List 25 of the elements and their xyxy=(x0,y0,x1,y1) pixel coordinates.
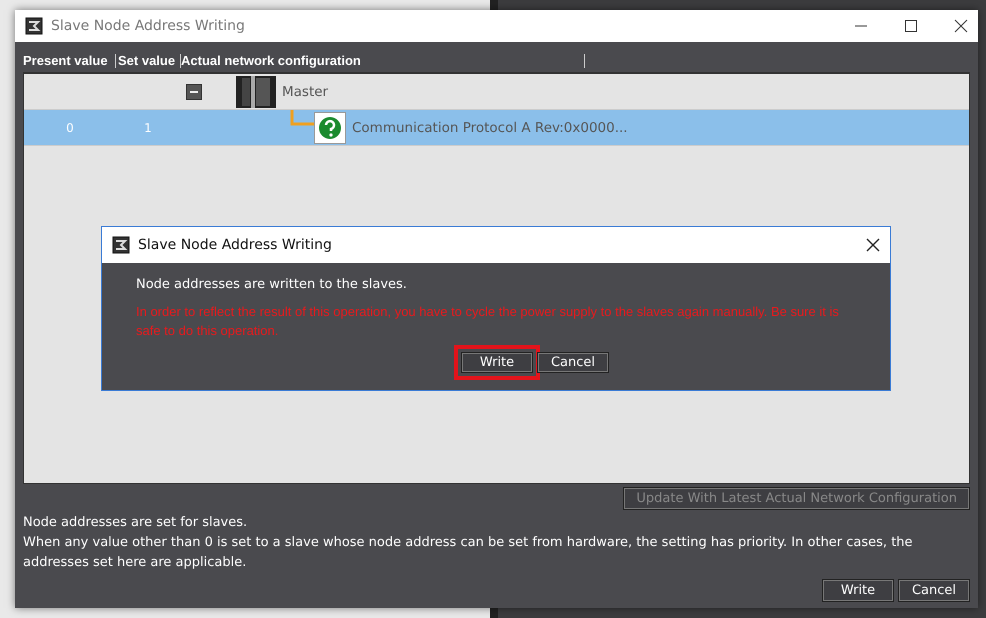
column-header[interactable]: Set value xyxy=(116,54,181,68)
table-cell-text: 0 xyxy=(65,120,75,134)
dialog-title: Slave Node Address Writing xyxy=(138,237,333,253)
info-text: When any value other than 0 is set to a slave whose node address can be set from hardware, the setting has priority. In other cases, the addresses set here are applicable. xyxy=(23,534,914,572)
cancel-button[interactable]: Cancel xyxy=(898,579,970,602)
app-icon xyxy=(112,236,130,254)
cancel-button[interactable]: Cancel xyxy=(537,352,609,373)
dialog-message: Node addresses are written to the slaves. xyxy=(136,277,408,292)
close-icon[interactable] xyxy=(954,19,968,33)
column-header[interactable]: Present value xyxy=(23,54,116,68)
write-button[interactable]: Write xyxy=(822,579,894,602)
controller-icon xyxy=(236,76,276,108)
info-text: Node addresses are set for slaves. xyxy=(23,514,248,532)
app-icon xyxy=(25,17,43,35)
device-name: Communication Protocol A Rev:0x0000... xyxy=(352,120,628,136)
warning-text: In order to reflect the result of this operation, you have to cycle the power supply to the slaves again manually. Be sure it is safe to do this operation. xyxy=(136,303,840,340)
close-icon[interactable] xyxy=(866,238,880,252)
table-row[interactable]: 0 1 Communication Protocol A Rev:0x0000... xyxy=(24,110,969,146)
table-cell-text: 1 xyxy=(143,120,153,134)
window-title: Slave Node Address Writing xyxy=(51,18,246,34)
column-header[interactable]: Actual network configuration xyxy=(181,54,585,68)
question-icon xyxy=(314,112,346,144)
maximize-icon[interactable] xyxy=(904,19,918,33)
collapse-icon[interactable] xyxy=(186,84,202,100)
device-name: Master xyxy=(282,84,328,100)
